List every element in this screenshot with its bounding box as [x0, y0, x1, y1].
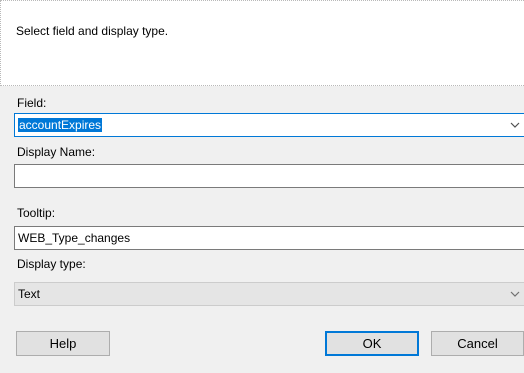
ok-button[interactable]: OK: [325, 331, 419, 356]
display-name-field[interactable]: [14, 164, 524, 188]
tooltip-value: WEB_Type_changes: [18, 231, 131, 245]
help-button[interactable]: Help: [16, 331, 110, 356]
instruction-text: Select field and display type.: [16, 24, 169, 38]
dialog: Select field and display type. Field: ac…: [0, 0, 524, 373]
field-label: Field:: [17, 96, 47, 110]
chevron-down-icon[interactable]: [510, 291, 520, 297]
display-type-value: Text: [18, 287, 41, 301]
field-value: accountExpires: [18, 118, 103, 132]
form-panel: Field: accountExpires Display Name: Tool…: [0, 86, 524, 373]
field-combobox[interactable]: accountExpires: [14, 113, 524, 137]
cancel-button[interactable]: Cancel: [431, 331, 524, 356]
tooltip-field[interactable]: WEB_Type_changes: [14, 226, 524, 250]
display-type-combobox[interactable]: Text: [14, 282, 524, 306]
instruction-panel: Select field and display type.: [0, 0, 524, 86]
display-name-label: Display Name:: [17, 145, 96, 159]
display-type-label: Display type:: [17, 257, 86, 271]
chevron-down-icon[interactable]: [510, 122, 520, 128]
tooltip-label: Tooltip:: [17, 206, 56, 220]
